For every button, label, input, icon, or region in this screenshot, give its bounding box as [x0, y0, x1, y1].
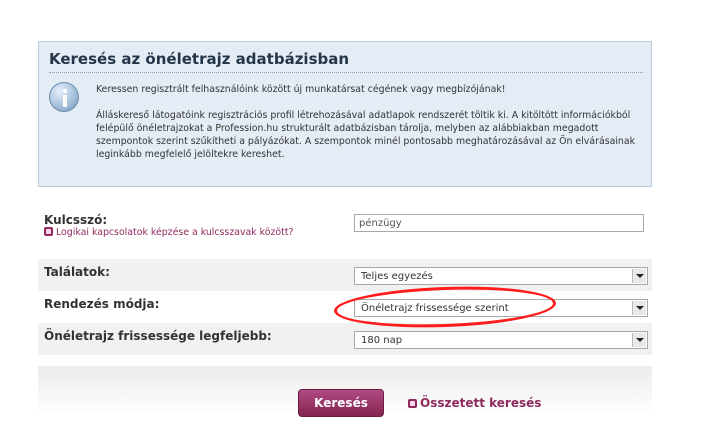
logic-help-text[interactable]: Logikai kapcsolatok képzése a kulcsszava… — [56, 227, 294, 238]
chevron-down-icon[interactable] — [632, 301, 646, 315]
keyword-label: Kulcsszó: — [44, 213, 108, 227]
freshness-select[interactable]: 180 nap — [354, 331, 648, 349]
logic-help-link[interactable]: Logikai kapcsolatok képzése a kulcsszava… — [44, 227, 334, 239]
freshness-label: Önéletrajz frissessége legfeljebb: — [44, 329, 272, 343]
info-title: Keresés az önéletrajz adatbázisban — [49, 50, 350, 68]
advanced-search-link[interactable]: Összetett keresés — [408, 396, 541, 410]
advanced-search-label[interactable]: Összetett keresés — [420, 396, 541, 410]
bullet-icon — [44, 227, 53, 236]
matches-select[interactable]: Teljes egyezés — [354, 267, 648, 285]
keyword-input[interactable] — [354, 214, 644, 232]
search-button[interactable]: Keresés — [298, 389, 384, 417]
info-panel: Keresés az önéletrajz adatbázisban Keres… — [38, 41, 652, 187]
info-paragraph: Álláskereső látogatóink regisztrációs pr… — [96, 110, 636, 160]
matches-value: Teljes egyezés — [361, 271, 433, 282]
bullet-icon — [408, 399, 417, 408]
chevron-down-icon[interactable] — [632, 333, 646, 347]
freshness-row: Önéletrajz frissessége legfeljebb: 180 n… — [38, 323, 652, 355]
info-icon — [49, 82, 79, 112]
matches-row: Találatok: Teljes egyezés — [38, 259, 652, 291]
info-intro: Keressen regisztrált felhasználóink közö… — [96, 84, 506, 95]
divider — [49, 72, 643, 73]
matches-label: Találatok: — [44, 265, 110, 279]
keyword-row: Kulcsszó: Logikai kapcsolatok képzése a … — [38, 207, 652, 259]
sort-label: Rendezés módja: — [44, 297, 160, 311]
freshness-value: 180 nap — [361, 335, 403, 346]
chevron-down-icon[interactable] — [632, 269, 646, 283]
